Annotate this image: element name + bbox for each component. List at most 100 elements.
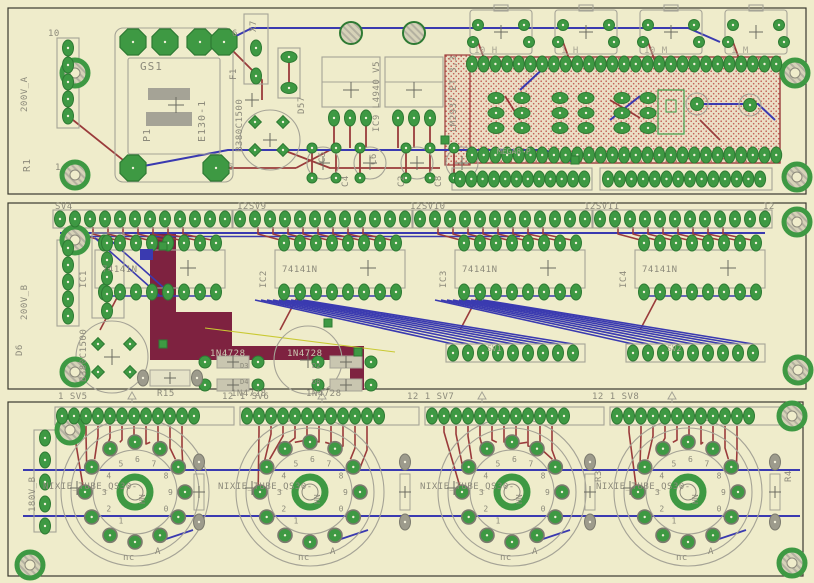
value-nixie-2: NIXIE_TUBE_QS30-	[218, 482, 313, 492]
regulator-tab[interactable]	[403, 22, 425, 44]
value-l4940: IC9 L4940 V5	[372, 61, 382, 132]
ref-c8: C8	[434, 175, 444, 187]
pad-hole	[495, 291, 497, 293]
mount-hole-drill	[792, 172, 802, 182]
pad-hole	[584, 218, 586, 220]
pad-hole	[352, 466, 354, 468]
pin-1: 1	[55, 163, 61, 173]
pad-hole	[511, 242, 513, 244]
pad-hole	[67, 281, 69, 283]
pad-hole	[198, 521, 200, 523]
pad-hole	[752, 352, 754, 354]
pad-hole	[284, 534, 286, 536]
pad-hole	[335, 177, 337, 179]
value-nixie-3: NIXIE_TUBE_QS30-	[420, 482, 515, 492]
value-e130: E130-1	[197, 100, 208, 142]
pad-hole	[467, 516, 469, 518]
header-sv1: SV1	[487, 344, 502, 353]
pad-hole	[366, 415, 368, 417]
pad-hole	[347, 242, 349, 244]
pad-hole	[67, 315, 69, 317]
via[interactable]	[354, 348, 362, 356]
pad-hole	[199, 41, 201, 43]
tube-pin-number: 4	[281, 472, 286, 481]
pad-blue[interactable]	[140, 249, 153, 260]
via[interactable]	[324, 319, 332, 327]
pad-hole	[429, 147, 431, 149]
pad-hole	[135, 242, 137, 244]
header-sv9: 12SV9	[237, 202, 267, 212]
via[interactable]	[159, 340, 167, 348]
tube-anode-label: A	[330, 547, 336, 557]
pad-hole	[378, 415, 380, 417]
pad-hole	[223, 41, 225, 43]
pad-hole	[619, 178, 621, 180]
pad-hole	[689, 178, 691, 180]
via[interactable]	[441, 136, 449, 144]
ref-d2: D2	[312, 362, 320, 370]
pad-hole	[344, 218, 346, 220]
pad-hole	[164, 41, 166, 43]
pad-hole	[395, 242, 397, 244]
ref-r3: R3	[594, 470, 604, 482]
pad-hole	[569, 218, 571, 220]
pad-hole	[142, 377, 144, 379]
pad-hole	[564, 63, 566, 65]
pad-hole	[370, 361, 372, 363]
pad-hole	[554, 466, 556, 468]
pad-hole	[557, 41, 559, 43]
pad-hole	[607, 178, 609, 180]
pad-hole	[467, 352, 469, 354]
value-b380c1500-top: B380C1500	[235, 99, 245, 152]
pad-hole	[630, 178, 632, 180]
pad-hole	[549, 178, 551, 180]
pad-hole	[455, 415, 457, 417]
tube-pin-number: 9	[343, 488, 348, 497]
pad-hole	[563, 415, 565, 417]
pcb-drawing[interactable]: 6789012345ncAHN6789012345ncAHN6789012345…	[0, 0, 814, 583]
pad-hole	[193, 415, 195, 417]
pad-hole	[463, 242, 465, 244]
pad-hole	[576, 63, 578, 65]
pad-hole	[67, 81, 69, 83]
value-1n4728-b: 1N4728	[287, 349, 323, 359]
ref-f1: F1	[229, 68, 239, 80]
ref-gs1: GS1	[140, 60, 163, 73]
pad-hole	[632, 352, 634, 354]
pad-hole	[693, 154, 695, 156]
button-label-1m: 1 M	[731, 46, 749, 56]
value-nixie-1: NIXIE_TUBE_QS30-	[43, 482, 138, 492]
pad-hole	[269, 218, 271, 220]
pad-hole	[379, 291, 381, 293]
pad-hole	[299, 291, 301, 293]
pad-hole	[719, 218, 721, 220]
pad-hole	[642, 41, 644, 43]
value-74141-1: 74141N	[102, 265, 138, 275]
pad-hole	[705, 154, 707, 156]
pad-hole	[85, 415, 87, 417]
pad-hole	[347, 291, 349, 293]
pad-hole	[536, 447, 538, 449]
pad-hole	[254, 121, 256, 123]
pad-hole	[132, 41, 134, 43]
pad-hole	[463, 291, 465, 293]
regulator-tab[interactable]	[340, 22, 362, 44]
pcb-editor-canvas[interactable]: 6789012345ncAHN6789012345ncAHN6789012345…	[0, 0, 814, 583]
pad-hole	[67, 47, 69, 49]
pad-hole	[659, 242, 661, 244]
pad-hole	[246, 415, 248, 417]
pad-hole	[493, 178, 495, 180]
via[interactable]	[159, 242, 167, 250]
pad-hole	[712, 447, 714, 449]
pad-hole	[67, 298, 69, 300]
pad-hole	[681, 63, 683, 65]
pad-hole	[628, 415, 630, 417]
pad-hole	[515, 178, 517, 180]
tube-hn-mark: HN	[138, 494, 147, 504]
via[interactable]	[571, 156, 579, 164]
button-label-10h: 10 H	[474, 46, 498, 56]
value-lm2937: LM2937 ET 3,3	[449, 55, 459, 132]
pad-hole	[315, 242, 317, 244]
value-nixie-4: NIXIE_TUBE_QS30-	[596, 482, 691, 492]
pad-hole	[529, 63, 531, 65]
